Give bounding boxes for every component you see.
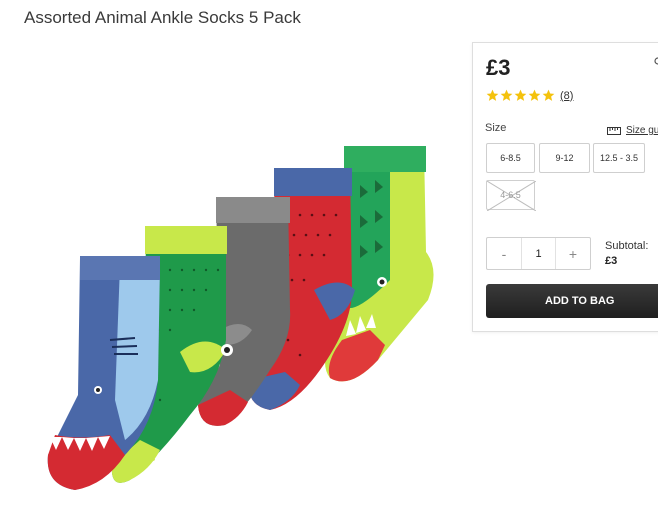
size-guide-label: Size gu: [626, 125, 658, 136]
purchase-panel: £3 (8) Size Size gu 6-8.5 9-12 12.5 - 3.…: [472, 42, 658, 332]
product-image[interactable]: [30, 140, 450, 510]
size-option-4-6-5-unavailable: 4-6.5: [486, 180, 536, 211]
star-icon: [528, 89, 541, 101]
subtotal-value: £3: [605, 255, 618, 267]
size-option-6-8-5[interactable]: 6-8.5: [486, 143, 535, 173]
star-icon: [486, 89, 499, 101]
size-label: Size: [485, 122, 507, 134]
star-icon: [542, 89, 555, 101]
review-count-link[interactable]: (8): [560, 90, 573, 102]
price: £3: [486, 55, 511, 80]
size-option-9-12[interactable]: 9-12: [539, 143, 590, 173]
quantity-stepper: - 1 +: [486, 237, 591, 270]
size-option-12-5-3-5[interactable]: 12.5 - 3.5: [593, 143, 645, 173]
quantity-input[interactable]: 1: [521, 238, 556, 269]
quantity-increase-button[interactable]: +: [556, 238, 590, 269]
size-guide-link[interactable]: Size gu: [607, 125, 658, 136]
ruler-icon: [607, 126, 621, 135]
add-to-bag-button[interactable]: ADD TO BAG: [486, 284, 658, 318]
subtotal: Subtotal: £3: [605, 239, 648, 269]
heart-icon[interactable]: [652, 57, 658, 65]
star-icon: [500, 89, 513, 101]
star-icon: [514, 89, 527, 101]
sock-shark: [47, 256, 160, 490]
product-title: Assorted Animal Ankle Socks 5 Pack: [24, 8, 301, 27]
star-rating[interactable]: (8): [486, 89, 573, 102]
subtotal-label: Subtotal:: [605, 240, 649, 252]
quantity-decrease-button[interactable]: -: [487, 238, 521, 269]
size-option-label: 4-6.5: [500, 190, 521, 200]
